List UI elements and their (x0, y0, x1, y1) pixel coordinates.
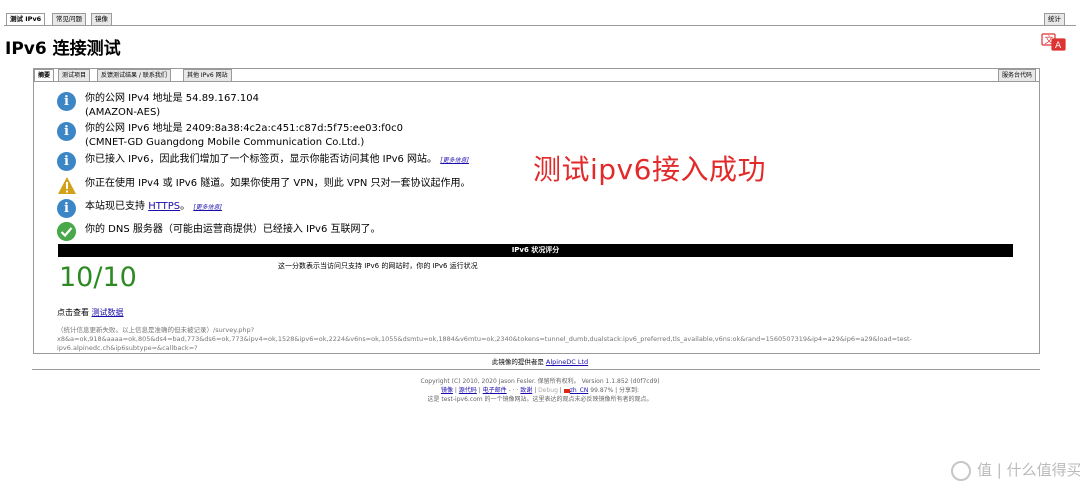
info-icon: i (57, 152, 76, 171)
tunnel-warning-text: 你正在使用 IPv4 或 IPv6 隧道。如果你使用了 VPN，则此 VPN 只… (85, 178, 471, 189)
https-link[interactable]: HTTPS (148, 201, 180, 212)
tab-divider (4, 25, 1076, 26)
stats-line-2: x8&a=ok,918&aaaa=ok,805&ds4=bad,773&ds6=… (57, 335, 912, 343)
page-title: IPv6 连接测试 (5, 39, 121, 59)
https-notice-text: 本站现已支持 (85, 201, 149, 212)
footer-divider (32, 369, 1040, 370)
watermark-logo-icon (951, 460, 971, 481)
mirror-provider-link[interactable]: AlpineDC Ltd (546, 358, 588, 366)
footer-share: 分享到: (619, 387, 640, 394)
watermark-text: 值 | 什么值得买 (977, 461, 1080, 479)
footer-link-credits[interactable]: 致谢 (520, 387, 532, 394)
https-notice-suffix: 。 (180, 201, 191, 212)
view-data-line: 点击查看 测试数据 (57, 307, 124, 318)
check-icon (57, 222, 76, 241)
footer-note: 这是 test-ipv6.com 的一个镜像网站。这里表达的观点未必反映镜像所有… (427, 396, 653, 403)
subtab-divider (34, 81, 1039, 82)
stats-query: （统计信息更新失败。以上信息是准确的但未被记录）/survey.php? x8&… (57, 326, 1017, 353)
success-annotation: 测试ipv6接入成功 (533, 153, 766, 186)
ipv6-address-text: 你的公网 IPv6 地址是 2409:8a38:4c2a:c451:c87d:5… (85, 123, 403, 134)
ipv6-provider-text: (CMNET-GD Guangdong Mobile Communication… (85, 137, 365, 148)
footer-links: 镜像 | 源代码 | 电子邮件 - · · 致谢 | Debug | zh_CN… (440, 387, 640, 394)
stats-line-3: ipv6.alpinedc.ch&ip6subtype=&callback=? (57, 344, 198, 352)
footer-debug[interactable]: Debug (538, 387, 558, 394)
mirror-provider: 此镜像的提供者是 AlpineDC Ltd (0, 356, 1080, 366)
footer-link-mirrors[interactable]: 镜像 (441, 387, 453, 394)
warning-icon (58, 177, 76, 194)
dns-result-text: 你的 DNS 服务器（可能由运营商提供）已经接入 IPv6 互联网了。 (85, 224, 381, 235)
mirror-provider-label: 此镜像的提供者是 (491, 358, 546, 366)
view-data-link[interactable]: 测试数据 (92, 308, 124, 317)
more-info-link[interactable]: [更多信息] (440, 157, 469, 164)
footer-language[interactable]: zh_CN (570, 387, 589, 394)
ipv4-provider-text: (AMAZON-AES) (85, 107, 161, 118)
info-icon: i (57, 122, 76, 141)
footer-link-source[interactable]: 源代码 (459, 387, 477, 394)
watermark: 值 | 什么值得买 (951, 459, 1080, 481)
footer-percent: 99.87% (590, 387, 614, 394)
ipv6-tab-notice-text: 你已接入 IPv6，因此我们增加了一个标签页，显示你能否访问其他 IPv6 网站… (85, 154, 438, 165)
info-icon: i (57, 92, 76, 111)
ipv4-address-text: 你的公网 IPv4 地址是 54.89.167.104 (85, 93, 259, 104)
score-header: IPv6 状况评分 (58, 244, 1013, 257)
more-info-link[interactable]: [更多信息] (193, 204, 222, 211)
score-description: 这一分数表示当访问只支持 IPv6 的网站时，你的 IPv6 运行状况 (278, 262, 478, 270)
svg-text:A: A (1055, 41, 1062, 51)
copyright: Copyright (C) 2010, 2020 Jason Fesler. 保… (420, 378, 660, 385)
stats-line-1: （统计信息更新失败。以上信息是准确的但未被记录）/survey.php? (57, 326, 255, 334)
score-value: 10/10 (59, 262, 137, 293)
info-icon: i (57, 199, 76, 218)
footer-link-email[interactable]: 电子邮件 (483, 387, 507, 394)
view-data-label: 点击查看 (57, 308, 92, 317)
translate-icon[interactable]: 文 A (1041, 33, 1067, 51)
